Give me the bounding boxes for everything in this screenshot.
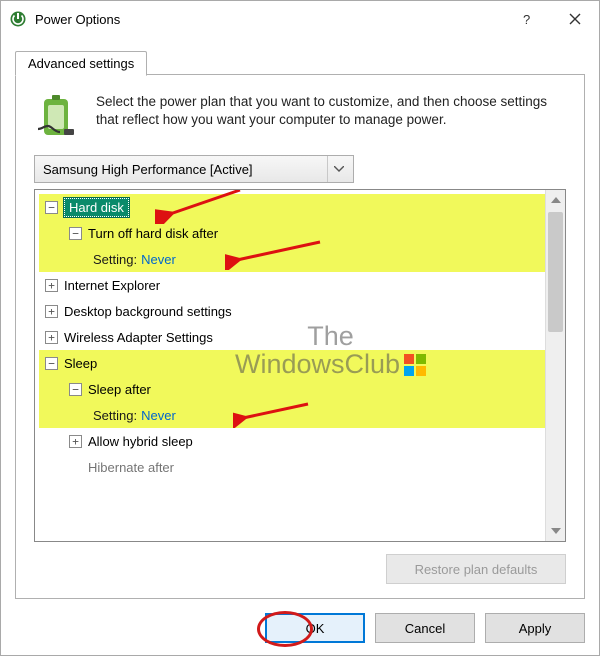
- collapse-icon[interactable]: −: [45, 201, 58, 214]
- vertical-scrollbar[interactable]: [545, 190, 565, 541]
- power-plan-dropdown[interactable]: Samsung High Performance [Active]: [34, 155, 354, 183]
- expand-icon[interactable]: +: [45, 279, 58, 292]
- app-icon: [9, 10, 27, 28]
- setting-value[interactable]: Never: [141, 408, 176, 423]
- client-area: Advanced settings Select the power plan …: [1, 37, 599, 655]
- tree-label: Sleep after: [88, 382, 151, 397]
- tree-setting-sleep[interactable]: Setting: Never: [39, 402, 545, 428]
- tree-label: Wireless Adapter Settings: [64, 330, 213, 345]
- tree-label: Allow hybrid sleep: [88, 434, 193, 449]
- tree-node-sleep-after[interactable]: − Sleep after: [39, 376, 545, 402]
- tree-node-wireless[interactable]: + Wireless Adapter Settings: [39, 324, 545, 350]
- titlebar: Power Options ?: [1, 1, 599, 37]
- setting-value[interactable]: Never: [141, 252, 176, 267]
- close-button[interactable]: [551, 1, 599, 37]
- svg-text:?: ?: [523, 12, 530, 26]
- tree-label: Sleep: [64, 356, 97, 371]
- setting-label: Setting:: [93, 408, 137, 423]
- power-plan-selected: Samsung High Performance [Active]: [43, 162, 253, 177]
- apply-button[interactable]: Apply: [485, 613, 585, 643]
- tree-label: Hard disk: [64, 198, 129, 217]
- battery-icon: [34, 93, 82, 141]
- expand-icon[interactable]: +: [69, 435, 82, 448]
- intro-text: Select the power plan that you want to c…: [96, 93, 566, 141]
- tree-label: Turn off hard disk after: [88, 226, 218, 241]
- tab-panel: Select the power plan that you want to c…: [15, 74, 585, 599]
- chevron-down-icon: [327, 156, 349, 182]
- tree-node-desktop-bg[interactable]: + Desktop background settings: [39, 298, 545, 324]
- restore-plan-defaults-button: Restore plan defaults: [386, 554, 566, 584]
- tree-node-hard-disk[interactable]: − Hard disk: [39, 194, 545, 220]
- intro: Select the power plan that you want to c…: [34, 93, 566, 141]
- tab-advanced-settings[interactable]: Advanced settings: [15, 51, 147, 76]
- collapse-icon[interactable]: −: [69, 227, 82, 240]
- scroll-up-icon[interactable]: [546, 190, 565, 210]
- tree-node-internet-explorer[interactable]: + Internet Explorer: [39, 272, 545, 298]
- expand-icon[interactable]: +: [45, 305, 58, 318]
- tree-node-hybrid-sleep[interactable]: + Allow hybrid sleep: [39, 428, 545, 454]
- cancel-button[interactable]: Cancel: [375, 613, 475, 643]
- expand-icon[interactable]: +: [45, 331, 58, 344]
- tree-node-sleep[interactable]: − Sleep: [39, 350, 545, 376]
- help-button[interactable]: ?: [503, 1, 551, 37]
- scroll-down-icon[interactable]: [546, 521, 565, 541]
- tree-label: Internet Explorer: [64, 278, 160, 293]
- power-options-window: Power Options ? Advanced settings: [0, 0, 600, 656]
- collapse-icon[interactable]: −: [69, 383, 82, 396]
- settings-tree: − Hard disk − Turn off hard disk after S…: [34, 189, 566, 542]
- collapse-icon[interactable]: −: [45, 357, 58, 370]
- scroll-track[interactable]: [546, 334, 565, 521]
- scroll-thumb[interactable]: [548, 212, 563, 332]
- setting-label: Setting:: [93, 252, 137, 267]
- tree-label: Desktop background settings: [64, 304, 232, 319]
- window-title: Power Options: [35, 12, 120, 27]
- ok-button[interactable]: OK: [265, 613, 365, 643]
- tree-node-turn-off-hdd[interactable]: − Turn off hard disk after: [39, 220, 545, 246]
- tree-label: Hibernate after: [88, 460, 174, 475]
- tabstrip: Advanced settings: [15, 47, 585, 75]
- tree-setting-hdd[interactable]: Setting: Never: [39, 246, 545, 272]
- tree-node-hibernate-after[interactable]: + Hibernate after: [39, 454, 545, 480]
- dialog-buttons: OK Cancel Apply: [15, 599, 585, 643]
